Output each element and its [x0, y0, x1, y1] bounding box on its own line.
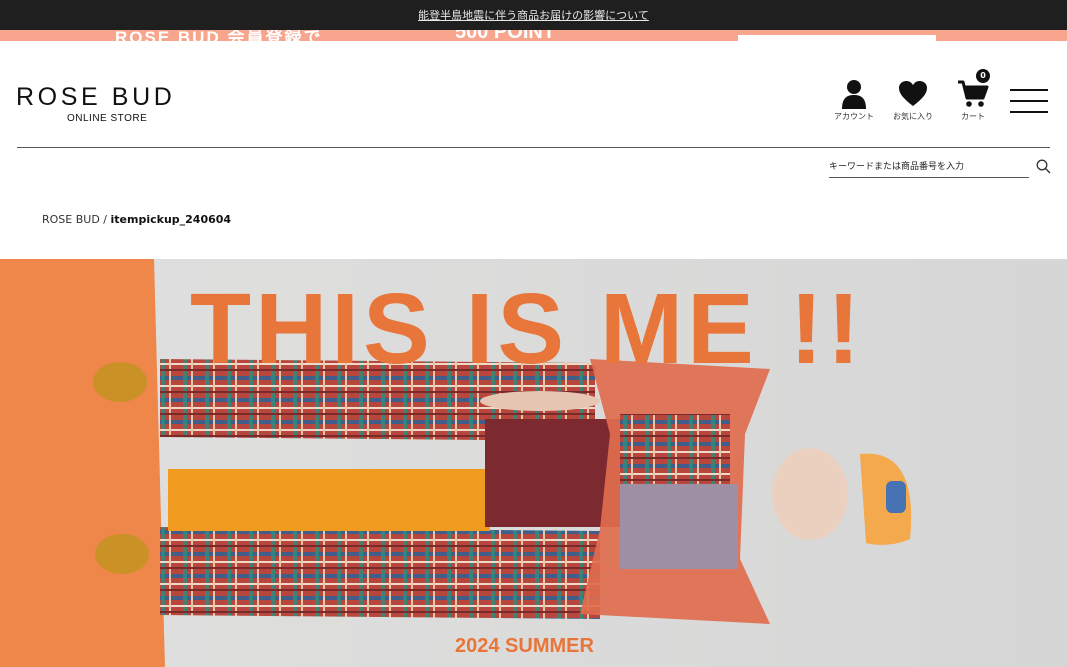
- cart-label: カート: [961, 112, 985, 121]
- account-button[interactable]: アカウント: [826, 79, 882, 122]
- hero-season: 2024 SUMMER: [455, 635, 594, 657]
- menu-line-icon: [1010, 111, 1048, 113]
- cart-icon: [958, 80, 989, 107]
- search-input[interactable]: [829, 157, 1029, 178]
- promo-banner[interactable]: ROSE BUD 会員登録で 500 POINT: [0, 30, 1067, 41]
- notice-link[interactable]: 能登半島地震に伴う商品お届けの影響について: [418, 7, 649, 23]
- site-logo[interactable]: ROSE BUD ONLINE STORE: [16, 83, 196, 125]
- heart-icon: [899, 81, 927, 106]
- favorites-label: お気に入り: [893, 112, 933, 121]
- hero-title: THIS IS ME !!: [190, 273, 865, 385]
- hamburger-menu-button[interactable]: [1010, 89, 1048, 113]
- notice-bar: 能登半島地震に伴う商品お届けの影響について: [0, 0, 1067, 30]
- header-divider: [17, 147, 1050, 148]
- user-icon: [842, 80, 866, 109]
- account-label: アカウント: [834, 112, 874, 121]
- search-bar: [829, 157, 1051, 179]
- breadcrumb: ROSE BUD / itempickup_240604: [42, 213, 231, 226]
- breadcrumb-home-link[interactable]: ROSE BUD: [42, 213, 100, 226]
- favorites-button[interactable]: お気に入り: [885, 79, 941, 122]
- logo-sub: ONLINE STORE: [67, 113, 148, 124]
- logo-main: ROSE BUD: [16, 83, 176, 111]
- search-icon[interactable]: [1036, 159, 1051, 174]
- cart-count-badge: 0: [976, 69, 990, 83]
- breadcrumb-separator: /: [99, 213, 111, 226]
- promo-point: 500 POINT: [455, 30, 556, 41]
- menu-line-icon: [1010, 100, 1048, 102]
- promo-text: ROSE BUD 会員登録で: [115, 30, 323, 41]
- cart-button[interactable]: 0 カート: [945, 69, 1001, 122]
- site-header: ROSE BUD ONLINE STORE アカウント お気に入り 0 カート: [0, 41, 1067, 148]
- breadcrumb-current: itempickup_240604: [110, 213, 232, 226]
- hero-banner[interactable]: THIS IS ME !! 2024 SUMMER: [0, 259, 1067, 667]
- menu-line-icon: [1010, 89, 1048, 91]
